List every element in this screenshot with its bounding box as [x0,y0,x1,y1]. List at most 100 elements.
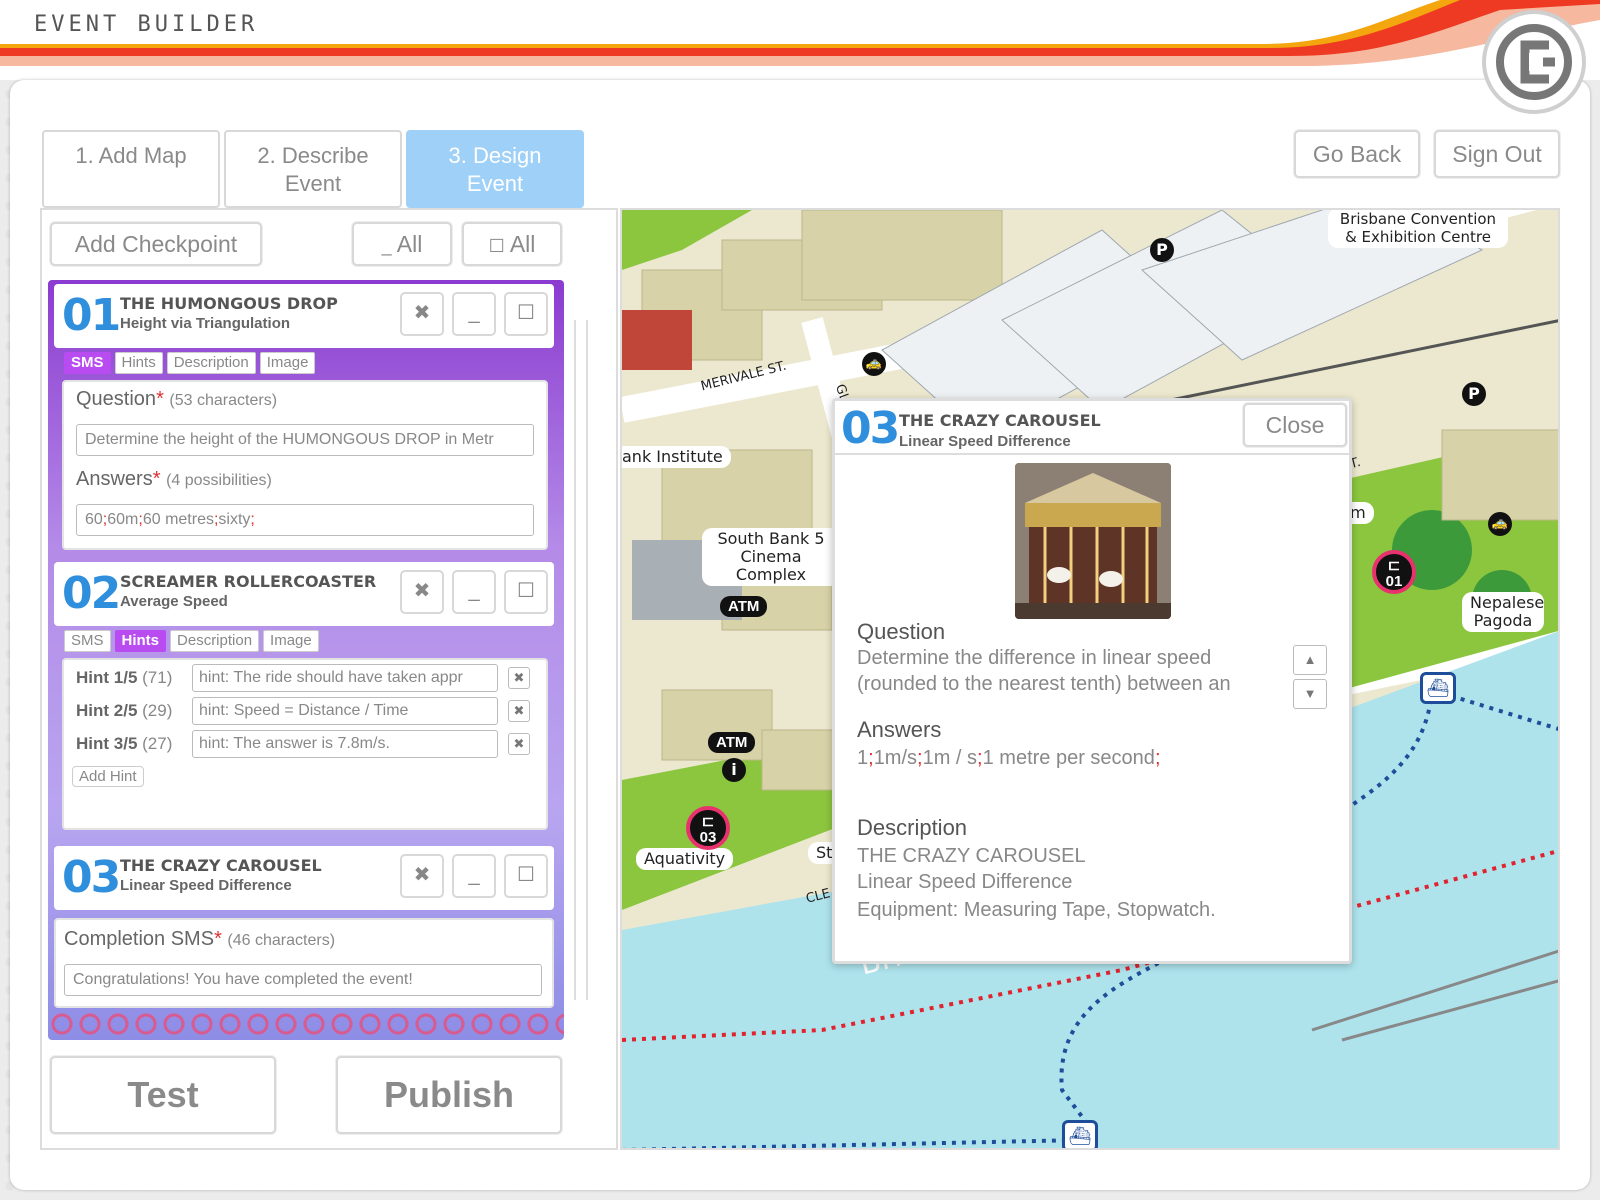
step-label: 2. Describe Event [257,143,369,196]
sign-out-button[interactable]: Sign Out [1434,130,1560,178]
scroll-down-button[interactable]: ▼ [1293,679,1327,709]
test-button[interactable]: Test [50,1056,276,1134]
atm-icon: ATM [720,596,768,617]
popup-description-line: Linear Speed Difference [857,871,1073,893]
maximize-checkpoint-button[interactable]: ☐ [504,570,548,614]
header-bar: EVENT BUILDER [0,0,1600,80]
checkpoint-title: THE CRAZY CAROUSEL [120,856,322,875]
publish-button[interactable]: Publish [336,1056,562,1134]
decorative-pattern [48,1010,564,1040]
completion-label: Completion SMS* (46 characters) [64,928,336,950]
popup-description-line: Equipment: Measuring Tape, Stopwatch. [857,899,1216,921]
tab-image[interactable]: Image [259,352,316,374]
add-hint-button[interactable]: Add Hint [72,766,144,787]
delete-checkpoint-button[interactable]: ✖ [400,292,444,336]
popup-subtitle: Linear Speed Difference [899,433,1071,450]
hint-label: Hint 2/5 (29) [76,701,173,720]
logo-emblem-icon [1496,24,1572,100]
add-checkpoint-button[interactable]: Add Checkpoint [50,222,262,266]
hint-field[interactable]: hint: The ride should have taken appr [192,664,498,692]
map-label-convention: Brisbane Convention & Exhibition Centre [1328,210,1508,248]
checkpoint-list[interactable]: 01 THE HUMONGOUS DROP Height via Triangu… [48,280,564,1040]
completion-field[interactable]: Congratulations! You have completed the … [64,964,542,996]
popup-question-line: (rounded to the nearest tenth) between a… [857,673,1231,695]
maximize-checkpoint-button[interactable]: ☐ [504,854,548,898]
tab-sms[interactable]: SMS [64,352,111,374]
tab-hints[interactable]: Hints [114,630,167,652]
step-label: 1. Add Map [75,143,187,168]
info-icon: i [722,758,746,782]
step-label: 3. Design Event [448,143,542,196]
popup-description-heading: Description [857,815,968,840]
taxi-icon: 🚕 [1488,512,1512,536]
checkpoint-title: THE HUMONGOUS DROP [120,294,338,313]
minimize-checkpoint-button[interactable]: _ [452,854,496,898]
remove-hint-button[interactable]: ✖ [508,667,530,689]
hint-field[interactable]: hint: The answer is 7.8m/s. [192,730,498,758]
hint-label: Hint 1/5 (71) [76,668,173,687]
sms-panel: Question* (53 characters) Determine the … [62,380,548,550]
checkpoint-tabs: SMS Hints Description Image [64,630,319,652]
delete-checkpoint-button[interactable]: ✖ [400,570,444,614]
popup-answers: 1;1m/s;1m / s;1 metre per second; [857,747,1161,769]
header-stripes [0,0,1600,66]
checkpoint-header[interactable]: 02 SCREAMER ROLLERCOASTER Average Speed … [54,562,554,626]
delete-checkpoint-button[interactable]: ✖ [400,854,444,898]
collapse-all-button[interactable]: _ All [352,222,452,266]
expand-all-label: All [509,231,536,257]
tab-description[interactable]: Description [170,630,260,652]
step-design-event[interactable]: 3. Design Event [406,130,584,208]
go-back-button[interactable]: Go Back [1294,130,1420,178]
tab-sms[interactable]: SMS [64,630,111,652]
map-label-aquativity: Aquativity [636,848,734,870]
remove-hint-button[interactable]: ✖ [508,733,530,755]
checkpoint-header[interactable]: 01 THE HUMONGOUS DROP Height via Triangu… [54,284,554,348]
carousel-image [1015,463,1171,619]
tab-image[interactable]: Image [263,630,319,652]
checkpoint-marker[interactable]: ⊏ 03 [686,806,730,850]
popup-number: 03 [841,403,900,454]
maximize-checkpoint-button[interactable]: ☐ [504,292,548,336]
carousel-picture [1015,463,1171,619]
brand-logo [1482,10,1586,114]
tab-hints[interactable]: Hints [114,352,163,374]
hint-field[interactable]: hint: Speed = Distance / Time [192,697,498,725]
expand-all-button[interactable]: ☐ All [462,222,562,266]
checkpoint-header[interactable]: 03 THE CRAZY CAROUSEL Linear Speed Diffe… [54,846,554,910]
ferry-icon: ⛴ [1420,672,1456,704]
answers-label: Answers* (4 possibilities) [76,468,272,490]
answers-field[interactable]: 60;60m;60 metres;sixty; [76,504,534,536]
atm-icon: ATM [708,732,756,753]
close-popup-button[interactable]: Close [1243,403,1347,447]
tab-description[interactable]: Description [166,352,256,374]
checkpoint-marker[interactable]: ⊏ 01 [1372,550,1416,594]
popup-answers-heading: Answers [857,717,942,742]
checkpoint-number: 01 [62,290,121,341]
parking-icon: P [1462,382,1486,406]
step-describe-event[interactable]: 2. Describe Event [224,130,402,208]
checkpoint-popup[interactable]: 03 THE CRAZY CAROUSEL Linear Speed Diffe… [832,398,1352,964]
popup-question-heading: Question [857,619,946,644]
parking-icon: P [1150,238,1174,262]
popup-title: THE CRAZY CAROUSEL [899,411,1101,430]
map-label-nepalese: Nepalese Pagoda [1462,592,1544,632]
checkpoint-number: 03 [62,852,121,903]
map-label-cinema: South Bank 5 Cinema Complex [702,528,840,586]
question-field[interactable]: Determine the height of the HUMONGOUS DR… [76,424,534,456]
maximize-icon: ☐ [488,236,505,256]
scroll-up-button[interactable]: ▲ [1293,645,1327,675]
popup-description-line: THE CRAZY CAROUSEL [857,845,1086,867]
completion-sms-panel: Completion SMS* (46 characters) Congratu… [54,918,554,1008]
checkpoint-scrollbar[interactable] [574,320,588,1000]
ferry-icon: ⛴ [1062,1120,1098,1148]
hints-panel: Hint 1/5 (71) hint: The ride should have… [62,658,548,830]
checkpoint-subtitle: Height via Triangulation [120,315,291,332]
popup-question-line: Determine the difference in linear speed [857,647,1212,669]
remove-hint-button[interactable]: ✖ [508,700,530,722]
checkpoint-subtitle: Linear Speed Difference [120,877,292,894]
checkpoint-tabs: SMS Hints Description Image [64,352,316,374]
step-add-map[interactable]: 1. Add Map [42,130,220,208]
minimize-checkpoint-button[interactable]: _ [452,570,496,614]
minimize-checkpoint-button[interactable]: _ [452,292,496,336]
map-label-bank-institute: ank Institute [622,446,731,468]
